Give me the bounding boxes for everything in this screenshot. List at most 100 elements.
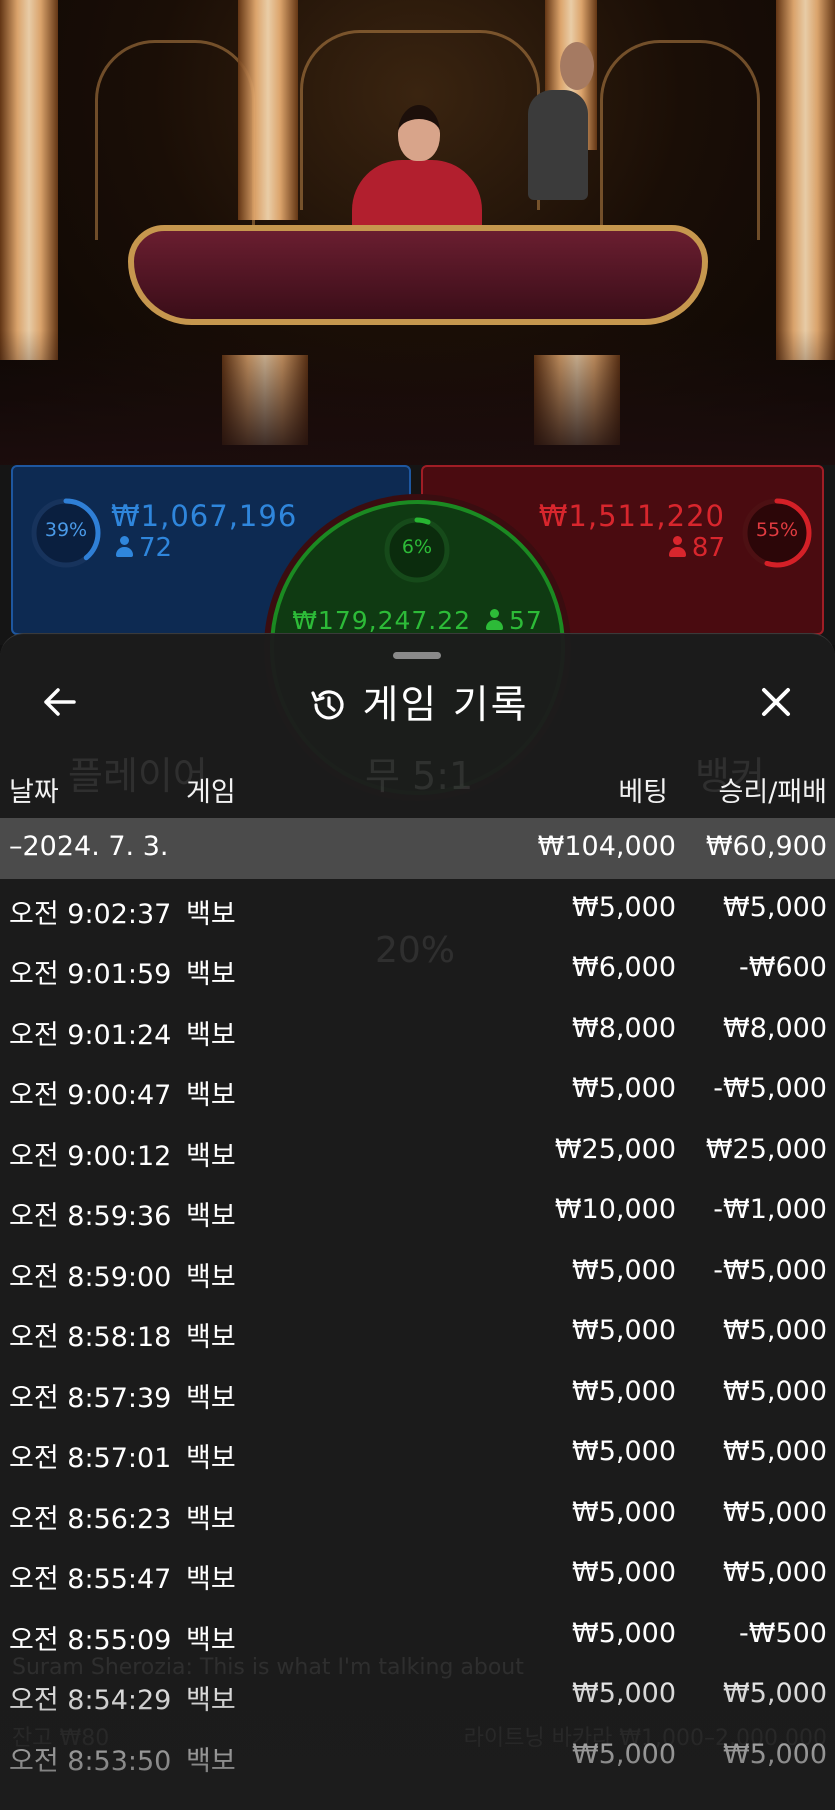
summary-result: ₩60,900: [705, 831, 827, 862]
row-game: 백보: [186, 1140, 236, 1172]
player-percent-ring: 39%: [30, 497, 102, 569]
row-time: 오전 8:57:39: [9, 1382, 172, 1414]
row-result: ₩25,000: [705, 1133, 827, 1165]
baccarat-table: [128, 225, 708, 325]
sheet-title: 게임 기록: [0, 674, 835, 730]
row-bet: ₩5,000: [572, 1738, 676, 1770]
row-result: ₩5,000: [723, 1496, 827, 1528]
row-bet: ₩5,000: [572, 1496, 676, 1528]
player-count: 72: [116, 533, 172, 563]
day-summary-row[interactable]: –2024. 7. 3. ₩104,000 ₩60,900: [0, 818, 835, 879]
row-result: ₩5,000: [723, 1557, 827, 1588]
history-row[interactable]: 오전 8:55:09 백보 ₩5,000 -₩500: [0, 1605, 835, 1666]
summary-bet: ₩104,000: [537, 831, 676, 862]
row-time: 오전 8:53:50: [9, 1745, 172, 1777]
row-bet: ₩10,000: [554, 1194, 676, 1225]
history-icon: [310, 690, 344, 720]
row-game: 백보: [186, 1019, 236, 1051]
person-icon: [116, 536, 133, 558]
history-row[interactable]: 오전 8:55:47 백보 ₩5,000 ₩5,000: [0, 1544, 835, 1605]
history-row[interactable]: 오전 9:00:12 백보 ₩25,000 ₩25,000: [0, 1121, 835, 1182]
row-result: -₩600: [739, 952, 827, 983]
close-button[interactable]: [752, 678, 800, 726]
history-row[interactable]: 오전 8:57:39 백보 ₩5,000 ₩5,000: [0, 1363, 835, 1424]
row-result: ₩5,000: [723, 1678, 827, 1709]
row-game: 백보: [186, 1261, 236, 1293]
row-bet: ₩5,000: [572, 1073, 676, 1104]
history-row[interactable]: 오전 9:00:47 백보 ₩5,000 -₩5,000: [0, 1060, 835, 1121]
history-row[interactable]: 오전 9:01:59 백보 ₩6,000 -₩600: [0, 939, 835, 1000]
row-game: 백보: [186, 1503, 236, 1535]
live-video-feed: [0, 0, 835, 470]
player-count-value: 72: [139, 533, 173, 563]
history-row[interactable]: 오전 9:02:37 백보 ₩5,000 ₩5,000: [0, 879, 835, 940]
row-bet: ₩5,000: [572, 1617, 676, 1649]
tie-amount-line: ₩179,247.22 57: [274, 606, 561, 635]
tie-percent-ring: 6%: [381, 514, 453, 586]
row-result: -₩1,000: [713, 1194, 827, 1225]
column-header-result: 승리/패배: [718, 777, 827, 808]
row-bet: ₩25,000: [554, 1133, 676, 1165]
row-bet: ₩5,000: [572, 1375, 676, 1407]
decor-arch: [95, 40, 255, 240]
staff-figure: [560, 42, 594, 90]
row-result: -₩5,000: [713, 1073, 827, 1104]
row-bet: ₩5,000: [572, 891, 676, 923]
banker-percent-ring: 55%: [741, 497, 813, 569]
row-time: 오전 8:59:00: [9, 1261, 172, 1293]
row-game: 백보: [186, 959, 236, 990]
row-bet: ₩6,000: [572, 952, 676, 983]
column-header-game: 게임: [186, 777, 236, 808]
history-row[interactable]: 오전 9:01:24 백보 ₩8,000 ₩8,000: [0, 1000, 835, 1061]
history-list: –2024. 7. 3. ₩104,000 ₩60,900 오전 9:02:37…: [0, 818, 835, 1786]
video-fade: [0, 330, 835, 470]
row-time: 오전 9:00:12: [9, 1140, 172, 1172]
banker-amount: ₩1,511,220: [538, 499, 725, 533]
row-bet: ₩5,000: [572, 1557, 676, 1588]
dealer-figure: [398, 105, 440, 161]
row-time: 오전 8:55:09: [9, 1624, 172, 1656]
row-time: 오전 8:56:23: [9, 1503, 172, 1535]
row-time: 오전 8:55:47: [9, 1564, 172, 1595]
row-game: 백보: [186, 1564, 236, 1595]
row-bet: ₩8,000: [572, 1012, 676, 1044]
history-row[interactable]: 오전 8:59:00 백보 ₩5,000 -₩5,000: [0, 1242, 835, 1303]
row-time: 오전 8:54:29: [9, 1685, 172, 1716]
row-game: 백보: [186, 1201, 236, 1232]
row-game: 백보: [186, 1382, 236, 1414]
row-result: ₩5,000: [723, 1375, 827, 1407]
history-row[interactable]: 오전 8:59:36 백보 ₩10,000 -₩1,000: [0, 1181, 835, 1242]
row-result: ₩5,000: [723, 1436, 827, 1467]
row-bet: ₩5,000: [572, 1678, 676, 1709]
banker-count-value: 87: [691, 533, 725, 563]
decor-pillar: [776, 0, 835, 360]
history-row[interactable]: 오전 8:54:29 백보 ₩5,000 ₩5,000: [0, 1665, 835, 1726]
history-row[interactable]: 오전 8:53:50 백보 ₩5,000 ₩5,000: [0, 1726, 835, 1787]
banker-percent-label: 55%: [755, 519, 799, 541]
player-percent-label: 39%: [44, 519, 88, 541]
sheet-title-text: 게임 기록: [362, 683, 529, 728]
bet-spots: 39% ₩1,067,196 72 55% ₩1,511,220 87 6% ₩…: [0, 465, 835, 795]
drag-handle[interactable]: [393, 652, 441, 659]
decor-arch: [600, 40, 760, 240]
tie-percent-label: 6%: [401, 536, 433, 558]
row-result: ₩8,000: [723, 1012, 827, 1044]
player-amount: ₩1,067,196: [111, 499, 298, 533]
row-game: 백보: [186, 1745, 236, 1777]
decor-pillar: [238, 0, 298, 220]
tie-amount: ₩179,247.22: [292, 606, 472, 635]
row-game: 백보: [186, 1624, 236, 1656]
history-row[interactable]: 오전 8:58:18 백보 ₩5,000 ₩5,000: [0, 1302, 835, 1363]
row-result: -₩5,000: [713, 1254, 827, 1286]
row-time: 오전 8:58:18: [9, 1322, 172, 1353]
staff-figure: [528, 90, 588, 200]
banker-count: 87: [668, 533, 725, 563]
row-result: ₩5,000: [723, 1738, 827, 1770]
row-bet: ₩5,000: [572, 1254, 676, 1286]
close-icon: [762, 688, 790, 716]
history-row[interactable]: 오전 8:57:01 백보 ₩5,000 ₩5,000: [0, 1423, 835, 1484]
person-icon: [668, 536, 686, 558]
column-header-date: 날짜: [9, 777, 59, 808]
history-row[interactable]: 오전 8:56:23 백보 ₩5,000 ₩5,000: [0, 1484, 835, 1545]
row-result: ₩5,000: [723, 1315, 827, 1346]
